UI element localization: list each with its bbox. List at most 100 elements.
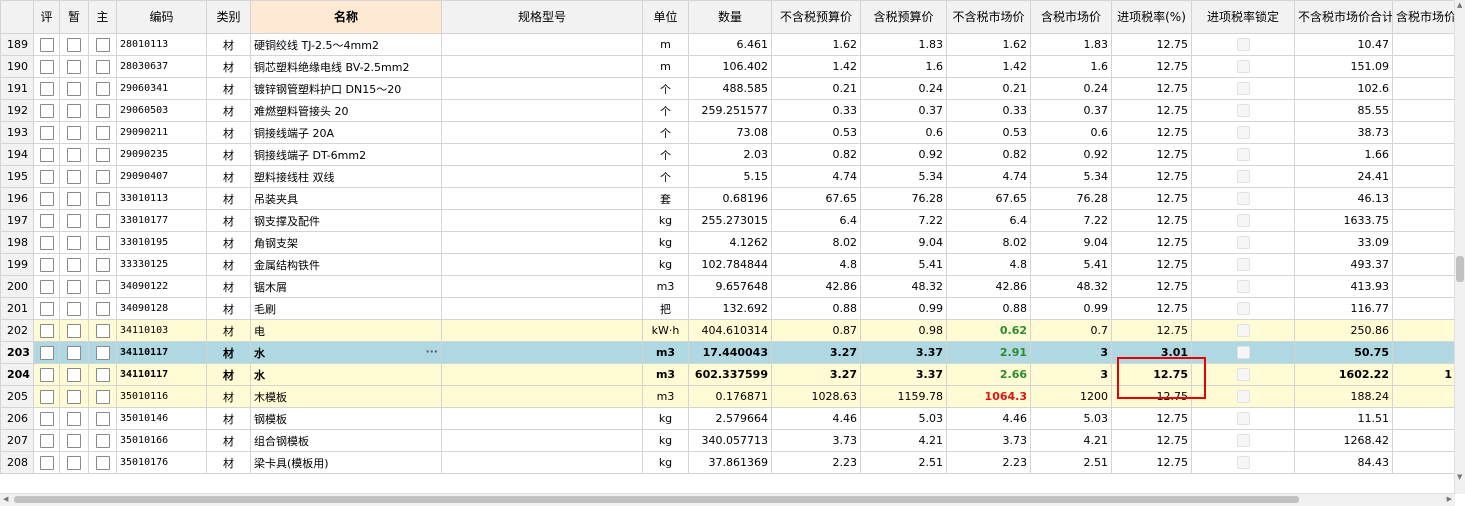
price-tax-budget-cell[interactable]: 1159.78 (860, 385, 947, 408)
header-col-name[interactable]: 名称 (250, 0, 442, 34)
row-number[interactable]: 200 (0, 275, 34, 298)
name-cell[interactable]: 梁卡具(模板用) (250, 451, 442, 474)
ping-checkbox[interactable] (39, 191, 54, 206)
unit-cell[interactable]: kW·h (642, 319, 689, 342)
spec-cell[interactable] (441, 187, 643, 210)
zhu-checkbox[interactable] (95, 301, 110, 316)
price-tax-market-cell[interactable]: 3 (1030, 341, 1112, 364)
table-row[interactable]: 199 33330125 材 金属结构铁件 kg 102.784844 4.8 5.41 4.8… (0, 253, 1456, 276)
tax-rate-cell[interactable]: 12.75 (1111, 275, 1192, 298)
code-cell[interactable]: 35010176 (116, 451, 207, 474)
quantity-cell[interactable]: 255.273015 (688, 209, 772, 232)
spec-cell[interactable] (441, 165, 643, 188)
horizontal-scrollbar[interactable]: ◀ ▶ (0, 493, 1455, 506)
category-cell[interactable]: 材 (206, 363, 251, 386)
unit-cell[interactable]: m3 (642, 275, 689, 298)
total-notax-market-cell[interactable]: 1602.22 (1294, 363, 1393, 386)
code-cell[interactable]: 29060341 (116, 77, 207, 100)
tax-rate-lock-checkbox[interactable] (1236, 38, 1250, 52)
category-cell[interactable]: 材 (206, 121, 251, 144)
table-row[interactable]: 203 34110117 材 水 ··· m3 17.440043 3.27 3.37 2.91 3… (0, 341, 1456, 364)
price-tax-market-cell[interactable]: 7.22 (1030, 209, 1112, 232)
header-col-zan[interactable]: 暂 (59, 0, 89, 34)
unit-cell[interactable]: 个 (642, 143, 689, 166)
total-notax-market-cell[interactable]: 102.6 (1294, 77, 1393, 100)
tax-rate-lock-cell[interactable] (1191, 407, 1295, 430)
total-notax-market-cell[interactable]: 493.37 (1294, 253, 1393, 276)
unit-cell[interactable]: 个 (642, 121, 689, 144)
tax-rate-cell[interactable]: 12.75 (1111, 429, 1192, 452)
price-tax-market-cell[interactable]: 1.6 (1030, 55, 1112, 78)
price-notax-budget-cell[interactable]: 1.42 (771, 55, 861, 78)
total-tax-market-cell[interactable] (1392, 231, 1456, 254)
zhu-checkbox[interactable] (95, 147, 110, 162)
price-tax-market-cell[interactable]: 5.34 (1030, 165, 1112, 188)
price-notax-market-cell[interactable]: 8.02 (946, 231, 1031, 254)
price-tax-market-cell[interactable]: 5.03 (1030, 407, 1112, 430)
tax-rate-lock-checkbox[interactable] (1236, 170, 1250, 184)
name-cell[interactable]: 钢支撑及配件 (250, 209, 442, 232)
tax-rate-lock-checkbox[interactable] (1236, 368, 1250, 382)
tax-rate-cell[interactable]: 12.75 (1111, 121, 1192, 144)
code-cell[interactable]: 33330125 (116, 253, 207, 276)
quantity-cell[interactable]: 602.337599 (688, 363, 772, 386)
tax-rate-lock-cell[interactable] (1191, 209, 1295, 232)
total-tax-market-cell[interactable] (1392, 319, 1456, 342)
ping-checkbox[interactable] (39, 301, 54, 316)
quantity-cell[interactable]: 9.657648 (688, 275, 772, 298)
zhu-checkbox[interactable] (95, 81, 110, 96)
category-cell[interactable]: 材 (206, 297, 251, 320)
scroll-down-icon[interactable]: ▼ (1457, 473, 1462, 481)
price-tax-market-cell[interactable]: 0.99 (1030, 297, 1112, 320)
quantity-cell[interactable]: 259.251577 (688, 99, 772, 122)
tax-rate-cell[interactable]: 3.01 (1111, 341, 1192, 364)
zhu-checkbox[interactable] (95, 59, 110, 74)
zhu-checkbox[interactable] (95, 257, 110, 272)
name-cell[interactable]: 电 (250, 319, 442, 342)
category-cell[interactable]: 材 (206, 165, 251, 188)
tax-rate-cell[interactable]: 12.75 (1111, 187, 1192, 210)
tax-rate-cell[interactable]: 12.75 (1111, 143, 1192, 166)
price-tax-budget-cell[interactable]: 0.6 (860, 121, 947, 144)
price-notax-budget-cell[interactable]: 2.23 (771, 451, 861, 474)
header-col-price-tax-budget[interactable]: 含税预算价 (860, 0, 947, 34)
tax-rate-lock-checkbox[interactable] (1236, 82, 1250, 96)
total-notax-market-cell[interactable]: 46.13 (1294, 187, 1393, 210)
header-col-total-tax-market[interactable]: 含税市场价 (1392, 0, 1456, 34)
code-cell[interactable]: 35010116 (116, 385, 207, 408)
quantity-cell[interactable]: 132.692 (688, 297, 772, 320)
table-row[interactable]: 205 35010116 材 木模板 m3 0.176871 1028.63 1159.78 1… (0, 385, 1456, 408)
row-number[interactable]: 205 (0, 385, 34, 408)
scroll-right-icon[interactable]: ▶ (1447, 495, 1452, 503)
price-notax-budget-cell[interactable]: 4.46 (771, 407, 861, 430)
category-cell[interactable]: 材 (206, 77, 251, 100)
tax-rate-lock-cell[interactable] (1191, 385, 1295, 408)
total-tax-market-cell[interactable] (1392, 209, 1456, 232)
price-notax-market-cell[interactable]: 0.21 (946, 77, 1031, 100)
tax-rate-lock-cell[interactable] (1191, 231, 1295, 254)
zan-checkbox[interactable] (67, 213, 81, 228)
zan-checkbox[interactable] (67, 191, 81, 206)
tax-rate-lock-checkbox[interactable] (1236, 148, 1250, 162)
header-col-ping[interactable]: 评 (33, 0, 60, 34)
tax-rate-lock-checkbox[interactable] (1236, 126, 1250, 140)
price-tax-budget-cell[interactable]: 0.92 (860, 143, 947, 166)
spec-cell[interactable] (441, 407, 643, 430)
table-row[interactable]: 202 34110103 材 电 kW·h 404.610314 0.87 0.98 0.62 0… (0, 319, 1456, 342)
unit-cell[interactable]: 套 (642, 187, 689, 210)
header-col-price-tax-market[interactable]: 含税市场价 (1030, 0, 1112, 34)
ping-checkbox[interactable] (39, 433, 54, 448)
price-tax-budget-cell[interactable]: 0.24 (860, 77, 947, 100)
price-tax-budget-cell[interactable]: 0.99 (860, 297, 947, 320)
category-cell[interactable]: 材 (206, 319, 251, 342)
zhu-checkbox[interactable] (95, 323, 110, 338)
tax-rate-lock-checkbox[interactable] (1236, 324, 1250, 338)
price-notax-budget-cell[interactable]: 3.73 (771, 429, 861, 452)
price-notax-budget-cell[interactable]: 3.27 (771, 341, 861, 364)
total-notax-market-cell[interactable]: 413.93 (1294, 275, 1393, 298)
row-number[interactable]: 206 (0, 407, 34, 430)
quantity-cell[interactable]: 37.861369 (688, 451, 772, 474)
ping-checkbox[interactable] (39, 81, 54, 96)
total-tax-market-cell[interactable] (1392, 253, 1456, 276)
zhu-checkbox[interactable] (95, 37, 110, 52)
